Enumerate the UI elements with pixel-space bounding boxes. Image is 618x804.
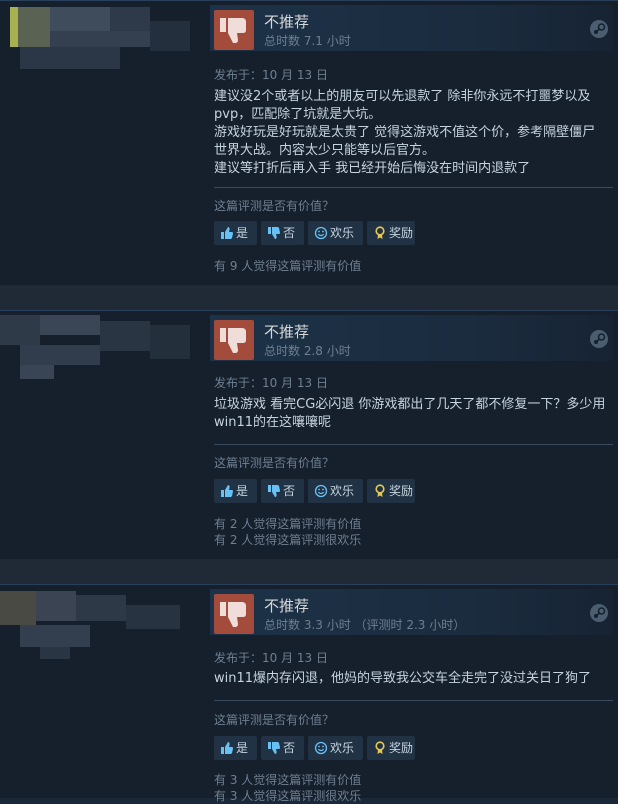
vote-funny-label: 欢乐 (330, 484, 355, 498)
review-text-line: pvp，匹配除了坑就是大坑。 (214, 107, 382, 122)
helpful-question: 这篇评测是否有价值？ (214, 713, 335, 727)
vote-funny-label: 欢乐 (330, 226, 355, 240)
vote-funny-label: 欢乐 (330, 741, 355, 755)
review-text-line: win11爆内存闪退，他妈的导致我公交车全走完了没过关日了狗了 (214, 671, 592, 686)
review-header: 不推荐 总时数 2.8 小时 (210, 315, 613, 361)
smiley-icon (314, 226, 328, 240)
divider (214, 700, 613, 701)
review-separator (0, 284, 618, 310)
smiley-icon (314, 741, 328, 755)
review-content: win11爆内存闪退，他妈的导致我公交车全走完了没过关日了狗了 (214, 670, 609, 688)
funny-count: 有 3 人觉得这篇评测很欢乐 (214, 789, 362, 803)
vote-yes-button[interactable]: 是 (214, 479, 257, 503)
review-card: 不推荐 总时数 7.1 小时 发布于：10 月 13 日 建议没2个或者以上的朋… (0, 0, 618, 285)
award-button[interactable]: 奖励 (367, 736, 415, 760)
review-card: 不推荐 总时数 3.3 小时 （评测时 2.3 小时） 发布于：10 月 13 … (0, 584, 618, 803)
thumbs-up-icon (221, 227, 233, 239)
award-label: 奖励 (389, 484, 414, 498)
thumbs-up-icon (221, 485, 233, 497)
thumbs-down-icon (220, 328, 246, 353)
thumbs-down-icon (268, 227, 280, 239)
review-header: 不推荐 总时数 7.1 小时 (210, 5, 613, 51)
posted-date: 发布于：10 月 13 日 (214, 68, 328, 82)
award-icon (375, 484, 385, 497)
smiley-icon (314, 484, 328, 498)
vote-yes-label: 是 (236, 226, 249, 240)
helpful-stats: 有 2 人觉得这篇评测有价值 有 2 人觉得这篇评测很欢乐 (214, 516, 361, 548)
vote-no-button[interactable]: 否 (261, 221, 304, 245)
vote-no-label: 否 (283, 226, 296, 240)
review-text-line: win11的在这嚷嚷呢 (214, 415, 332, 430)
award-button[interactable]: 奖励 (367, 479, 415, 503)
review-text-line: 垃圾游戏 看完CG必闪退 你游戏都出了几天了都不修复一下？多少用 (214, 397, 606, 412)
avatar-blurred (0, 585, 200, 675)
review-text-line: 建议没2个或者以上的朋友可以先退款了 除非你永远不打噩梦以及 (214, 89, 591, 104)
award-icon (375, 741, 385, 754)
helpful-count: 有 3 人觉得这篇评测有价值 (214, 773, 362, 787)
avatar-blurred (0, 311, 200, 401)
divider (214, 444, 613, 445)
divider (214, 187, 613, 188)
award-label: 奖励 (389, 741, 414, 755)
steam-icon (590, 604, 608, 622)
review-card: 不推荐 总时数 2.8 小时 发布于：10 月 13 日 垃圾游戏 看完CG必闪… (0, 310, 618, 559)
vote-funny-button[interactable]: 欢乐 (308, 479, 363, 503)
thumbs-down-icon (220, 602, 246, 627)
not-recommended-badge (214, 10, 254, 50)
review-separator (0, 558, 618, 584)
playtime: 总时数 7.1 小时 (264, 34, 351, 48)
vote-no-button[interactable]: 否 (261, 479, 304, 503)
playtime: 总时数 3.3 小时 （评测时 2.3 小时） (264, 618, 466, 632)
steam-icon (590, 330, 608, 348)
funny-count: 有 2 人觉得这篇评测很欢乐 (214, 533, 362, 547)
review-content: 建议没2个或者以上的朋友可以先退款了 除非你永远不打噩梦以及 pvp，匹配除了坑… (214, 88, 609, 178)
review-title: 不推荐 (264, 597, 310, 615)
review-header: 不推荐 总时数 3.3 小时 （评测时 2.3 小时） (210, 589, 613, 635)
award-label: 奖励 (389, 226, 414, 240)
vote-yes-label: 是 (236, 484, 249, 498)
vote-no-button[interactable]: 否 (261, 736, 304, 760)
award-button[interactable]: 奖励 (367, 221, 415, 245)
thumbs-down-icon (268, 742, 280, 754)
review-content: 垃圾游戏 看完CG必闪退 你游戏都出了几天了都不修复一下？多少用 win11的在… (214, 396, 609, 432)
review-title: 不推荐 (264, 323, 310, 341)
helpful-stats: 有 9 人觉得这篇评测有价值 (214, 258, 361, 274)
vote-funny-button[interactable]: 欢乐 (308, 736, 363, 760)
helpful-question: 这篇评测是否有价值？ (214, 456, 335, 470)
helpful-count: 有 9 人觉得这篇评测有价值 (214, 259, 362, 273)
review-title: 不推荐 (264, 13, 310, 31)
vote-no-label: 否 (283, 741, 296, 755)
vote-yes-label: 是 (236, 741, 249, 755)
vote-yes-button[interactable]: 是 (214, 221, 257, 245)
posted-date: 发布于：10 月 13 日 (214, 376, 328, 390)
not-recommended-badge (214, 594, 254, 634)
helpful-question: 这篇评测是否有价值？ (214, 199, 335, 213)
thumbs-down-icon (268, 485, 280, 497)
review-text-line: 建议等打折后再入手 我已经开始后悔没在时间内退款了 (214, 161, 531, 176)
review-text-line: 游戏好玩是好玩就是太贵了 觉得这游戏不值这个价，参考隔壁僵尸 (214, 125, 596, 140)
steam-icon (590, 20, 608, 38)
avatar-blurred (0, 1, 200, 91)
vote-no-label: 否 (283, 484, 296, 498)
posted-date: 发布于：10 月 13 日 (214, 651, 328, 665)
vote-yes-button[interactable]: 是 (214, 736, 257, 760)
playtime: 总时数 2.8 小时 (264, 344, 351, 358)
vote-funny-button[interactable]: 欢乐 (308, 221, 363, 245)
helpful-count: 有 2 人觉得这篇评测有价值 (214, 517, 362, 531)
award-icon (375, 226, 385, 239)
review-text-line: 世界大战。内容太少只能等以后官方。 (214, 143, 436, 158)
helpful-stats: 有 3 人觉得这篇评测有价值 有 3 人觉得这篇评测很欢乐 (214, 772, 361, 804)
not-recommended-badge (214, 320, 254, 360)
thumbs-down-icon (220, 18, 246, 43)
thumbs-up-icon (221, 742, 233, 754)
